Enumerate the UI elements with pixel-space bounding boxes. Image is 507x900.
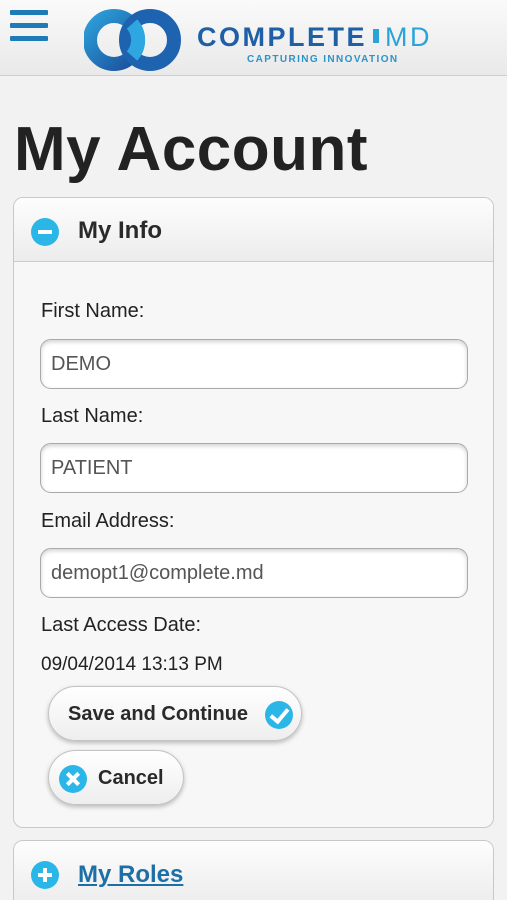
my-roles-header[interactable]: My Roles xyxy=(14,841,493,900)
my-roles-panel: My Roles xyxy=(13,840,494,900)
app-header: COMPLETE MD CAPTURING INNOVATION xyxy=(0,0,507,76)
logo-wordmark: COMPLETE MD xyxy=(197,22,433,52)
cancel-button[interactable]: Cancel xyxy=(48,750,184,805)
plus-circle-icon[interactable] xyxy=(31,861,59,889)
infinity-logo-icon xyxy=(84,9,181,71)
save-and-continue-button[interactable]: Save and Continue xyxy=(48,686,302,741)
logo-tagline: CAPTURING INNOVATION xyxy=(247,54,399,65)
cancel-button-label: Cancel xyxy=(98,767,164,789)
my-info-panel: My Info First Name: Last Name: Email Add… xyxy=(13,197,494,828)
last-access-value: 09/04/2014 13:13 PM xyxy=(41,654,223,675)
x-circle-icon xyxy=(59,765,87,793)
last-name-label: Last Name: xyxy=(41,405,144,427)
minus-circle-icon[interactable] xyxy=(31,218,59,246)
email-input[interactable] xyxy=(40,548,468,598)
page-title: My Account xyxy=(14,115,369,184)
first-name-label: First Name: xyxy=(41,300,145,322)
my-roles-link[interactable]: My Roles xyxy=(78,861,183,889)
last-access-label: Last Access Date: xyxy=(41,614,202,636)
email-label: Email Address: xyxy=(41,510,175,532)
first-name-input[interactable] xyxy=(40,339,468,389)
save-button-label: Save and Continue xyxy=(68,703,249,725)
check-circle-icon xyxy=(265,701,293,729)
last-name-input[interactable] xyxy=(40,443,468,493)
complete-md-logo: COMPLETE MD CAPTURING INNOVATION xyxy=(84,4,430,74)
my-info-header[interactable]: My Info xyxy=(14,198,493,262)
hamburger-menu-icon[interactable] xyxy=(10,8,48,44)
my-info-title: My Info xyxy=(78,217,162,244)
